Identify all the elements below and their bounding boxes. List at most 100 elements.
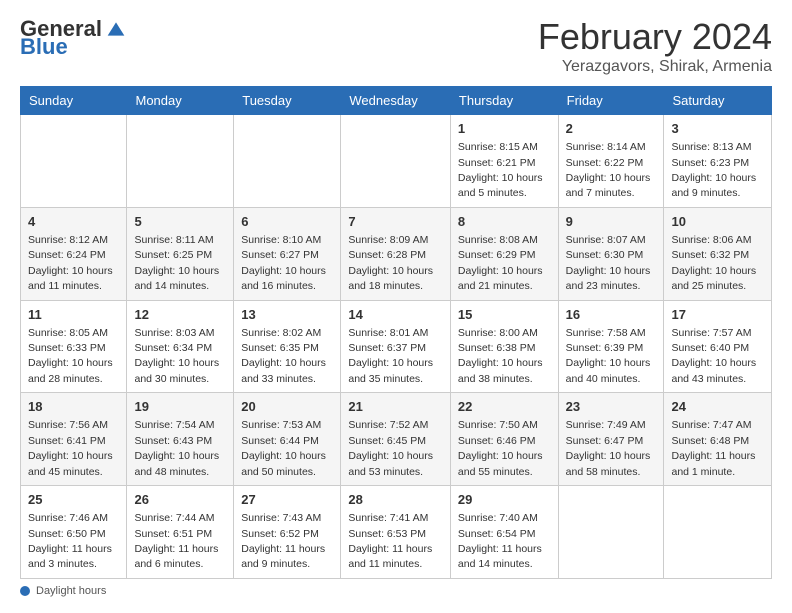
day-number: 25 [28, 491, 119, 509]
day-number: 28 [348, 491, 443, 509]
calendar-cell [21, 115, 127, 208]
title-area: February 2024 Yerazgavors, Shirak, Armen… [538, 16, 772, 76]
day-number: 4 [28, 213, 119, 231]
day-header-saturday: Saturday [664, 87, 772, 115]
header-row: SundayMondayTuesdayWednesdayThursdayFrid… [21, 87, 772, 115]
calendar-cell: 1Sunrise: 8:15 AM Sunset: 6:21 PM Daylig… [450, 115, 558, 208]
calendar-cell: 19 Sunrise: 7:54 AM Sunset: 6:43 PM Dayli… [127, 393, 234, 486]
day-info: Sunrise: 7:41 AM Sunset: 6:53 PM Dayligh… [348, 512, 432, 570]
calendar-cell: 20Sunrise: 7:53 AM Sunset: 6:44 PM Dayli… [234, 393, 341, 486]
day-info: Sunrise: 8:10 AM Sunset: 6:27 PM Dayligh… [241, 234, 326, 292]
calendar-cell [127, 115, 234, 208]
day-info: Sunrise: 7:54 AM Sunset: 6:43 PM Dayligh… [134, 419, 219, 477]
day-info: Sunrise: 7:46 AM Sunset: 6:50 PM Dayligh… [28, 512, 112, 570]
calendar-cell: 26 Sunrise: 7:44 AM Sunset: 6:51 PM Dayli… [127, 486, 234, 579]
day-header-friday: Friday [558, 87, 664, 115]
calendar-cell: 27 Sunrise: 7:43 AM Sunset: 6:52 PM Dayli… [234, 486, 341, 579]
day-number: 23 [566, 398, 657, 416]
footer: Daylight hours [20, 585, 772, 597]
day-number: 29 [458, 491, 551, 509]
day-header-sunday: Sunday [21, 87, 127, 115]
calendar-cell: 14Sunrise: 8:01 AM Sunset: 6:37 PM Dayli… [341, 300, 451, 393]
calendar-cell: 21 Sunrise: 7:52 AM Sunset: 6:45 PM Dayli… [341, 393, 451, 486]
day-info: Sunrise: 8:03 AM Sunset: 6:34 PM Dayligh… [134, 327, 219, 385]
day-number: 8 [458, 213, 551, 231]
day-info: Sunrise: 8:14 AM Sunset: 6:22 PM Dayligh… [566, 141, 651, 199]
day-number: 21 [348, 398, 443, 416]
calendar-cell: 18 Sunrise: 7:56 AM Sunset: 6:41 PM Dayli… [21, 393, 127, 486]
calendar-cell: 4 Sunrise: 8:12 AM Sunset: 6:24 PM Daylig… [21, 207, 127, 300]
day-number: 17 [671, 306, 764, 324]
week-row-3: 18 Sunrise: 7:56 AM Sunset: 6:41 PM Dayli… [21, 393, 772, 486]
footer-dot [20, 586, 30, 596]
day-info: Sunrise: 7:52 AM Sunset: 6:45 PM Dayligh… [348, 419, 433, 477]
logo: General Blue [20, 16, 126, 60]
calendar-cell: 17 Sunrise: 7:57 AM Sunset: 6:40 PM Dayli… [664, 300, 772, 393]
week-row-2: 11 Sunrise: 8:05 AM Sunset: 6:33 PM Dayli… [21, 300, 772, 393]
calendar-cell: 5 Sunrise: 8:11 AM Sunset: 6:25 PM Daylig… [127, 207, 234, 300]
day-number: 12 [134, 306, 226, 324]
day-number: 2 [566, 120, 657, 138]
day-info: Sunrise: 8:11 AM Sunset: 6:25 PM Dayligh… [134, 234, 219, 292]
calendar-cell [664, 486, 772, 579]
day-number: 10 [671, 213, 764, 231]
calendar-table: SundayMondayTuesdayWednesdayThursdayFrid… [20, 86, 772, 579]
day-number: 26 [134, 491, 226, 509]
day-number: 27 [241, 491, 333, 509]
day-header-wednesday: Wednesday [341, 87, 451, 115]
day-info: Sunrise: 8:12 AM Sunset: 6:24 PM Dayligh… [28, 234, 113, 292]
calendar-cell: 9 Sunrise: 8:07 AM Sunset: 6:30 PM Daylig… [558, 207, 664, 300]
day-number: 11 [28, 306, 119, 324]
day-info: Sunrise: 8:00 AM Sunset: 6:38 PM Dayligh… [458, 327, 543, 385]
day-header-thursday: Thursday [450, 87, 558, 115]
week-row-1: 4 Sunrise: 8:12 AM Sunset: 6:24 PM Daylig… [21, 207, 772, 300]
calendar-cell: 11 Sunrise: 8:05 AM Sunset: 6:33 PM Dayli… [21, 300, 127, 393]
calendar-cell: 12 Sunrise: 8:03 AM Sunset: 6:34 PM Dayli… [127, 300, 234, 393]
month-title: February 2024 [538, 16, 772, 58]
calendar-cell: 3 Sunrise: 8:13 AM Sunset: 6:23 PM Daylig… [664, 115, 772, 208]
day-info: Sunrise: 7:58 AM Sunset: 6:39 PM Dayligh… [566, 327, 651, 385]
week-row-0: 1Sunrise: 8:15 AM Sunset: 6:21 PM Daylig… [21, 115, 772, 208]
calendar-cell: 29 Sunrise: 7:40 AM Sunset: 6:54 PM Dayli… [450, 486, 558, 579]
day-number: 7 [348, 213, 443, 231]
calendar-cell [341, 115, 451, 208]
calendar-cell: 23 Sunrise: 7:49 AM Sunset: 6:47 PM Dayli… [558, 393, 664, 486]
calendar-cell: 25 Sunrise: 7:46 AM Sunset: 6:50 PM Dayli… [21, 486, 127, 579]
day-number: 13 [241, 306, 333, 324]
day-info: Sunrise: 7:43 AM Sunset: 6:52 PM Dayligh… [241, 512, 325, 570]
day-number: 14 [348, 306, 443, 324]
calendar-cell: 6 Sunrise: 8:10 AM Sunset: 6:27 PM Daylig… [234, 207, 341, 300]
logo-icon [106, 19, 126, 39]
day-info: Sunrise: 8:02 AM Sunset: 6:35 PM Dayligh… [241, 327, 326, 385]
calendar-cell: 28 Sunrise: 7:41 AM Sunset: 6:53 PM Dayli… [341, 486, 451, 579]
day-number: 5 [134, 213, 226, 231]
calendar-cell: 2 Sunrise: 8:14 AM Sunset: 6:22 PM Daylig… [558, 115, 664, 208]
day-info: Sunrise: 8:05 AM Sunset: 6:33 PM Dayligh… [28, 327, 113, 385]
day-number: 18 [28, 398, 119, 416]
day-number: 19 [134, 398, 226, 416]
week-row-4: 25 Sunrise: 7:46 AM Sunset: 6:50 PM Dayli… [21, 486, 772, 579]
day-number: 20 [241, 398, 333, 416]
day-info: Sunrise: 8:13 AM Sunset: 6:23 PM Dayligh… [671, 141, 756, 199]
calendar-cell: 24 Sunrise: 7:47 AM Sunset: 6:48 PM Dayli… [664, 393, 772, 486]
day-info: Sunrise: 7:49 AM Sunset: 6:47 PM Dayligh… [566, 419, 651, 477]
day-info: Sunrise: 7:40 AM Sunset: 6:54 PM Dayligh… [458, 512, 542, 570]
day-info: Sunrise: 8:07 AM Sunset: 6:30 PM Dayligh… [566, 234, 651, 292]
calendar-cell: 15Sunrise: 8:00 AM Sunset: 6:38 PM Dayli… [450, 300, 558, 393]
day-info: Sunrise: 7:44 AM Sunset: 6:51 PM Dayligh… [134, 512, 218, 570]
subtitle: Yerazgavors, Shirak, Armenia [538, 58, 772, 76]
day-number: 16 [566, 306, 657, 324]
day-info: Sunrise: 7:47 AM Sunset: 6:48 PM Dayligh… [671, 419, 755, 477]
day-number: 6 [241, 213, 333, 231]
calendar-cell [558, 486, 664, 579]
day-info: Sunrise: 7:56 AM Sunset: 6:41 PM Dayligh… [28, 419, 113, 477]
calendar-cell: 13 Sunrise: 8:02 AM Sunset: 6:35 PM Dayli… [234, 300, 341, 393]
day-header-monday: Monday [127, 87, 234, 115]
calendar-cell: 22Sunrise: 7:50 AM Sunset: 6:46 PM Dayli… [450, 393, 558, 486]
calendar-cell [234, 115, 341, 208]
day-number: 24 [671, 398, 764, 416]
logo-blue-text: Blue [20, 34, 68, 60]
day-info: Sunrise: 7:57 AM Sunset: 6:40 PM Dayligh… [671, 327, 756, 385]
day-number: 3 [671, 120, 764, 138]
day-number: 9 [566, 213, 657, 231]
